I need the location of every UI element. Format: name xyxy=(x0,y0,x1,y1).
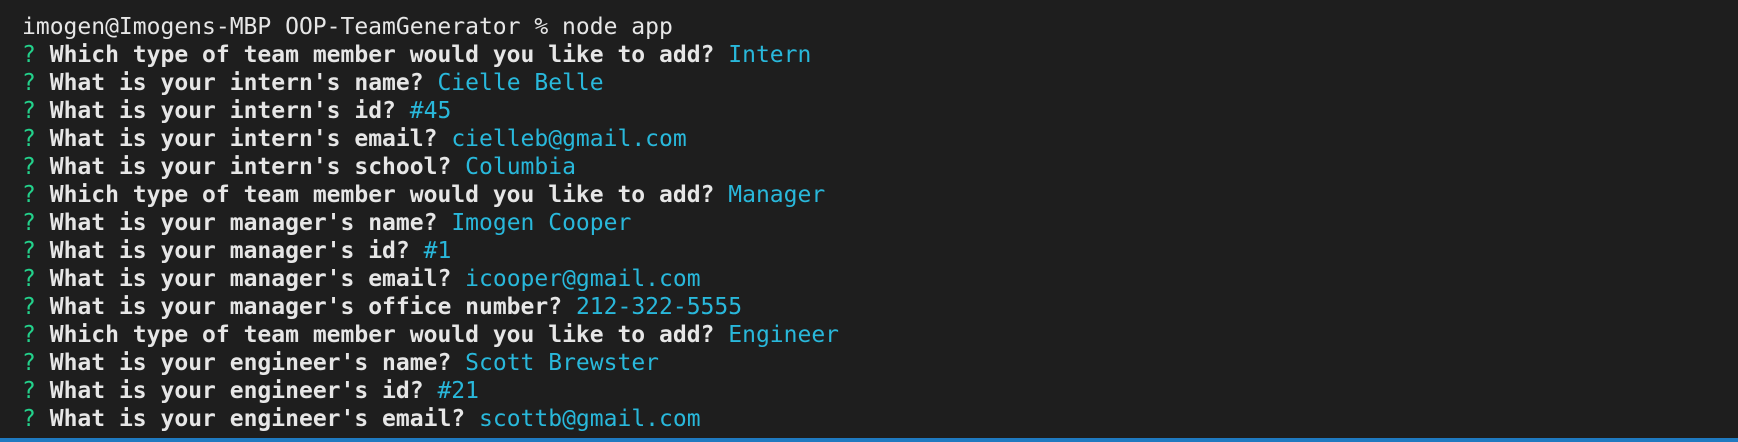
question-mark: ? xyxy=(22,42,36,68)
prompt-question: What is your manager's email? xyxy=(49,266,452,292)
prompt-line: ? Which type of team member would you li… xyxy=(22,181,1738,209)
prompt-line: ? What is your manager's id? #1 xyxy=(22,237,1738,265)
prompt-line: ? What is your engineer's name? Scott Br… xyxy=(22,349,1738,377)
prompt-answer: cielleb@gmail.com xyxy=(451,126,687,152)
prompt-answer: icooper@gmail.com xyxy=(465,266,701,292)
prompt-answer: Manager xyxy=(728,182,826,208)
prompt-question: What is your manager's office number? xyxy=(49,294,563,320)
prompt-line: ? What is your intern's email? cielleb@g… xyxy=(22,125,1738,153)
question-mark: ? xyxy=(22,322,36,348)
question-mark: ? xyxy=(22,154,36,180)
question-mark: ? xyxy=(22,294,36,320)
prompt-line: ? What is your engineer's email? scottb@… xyxy=(22,405,1738,433)
prompt-answer: 212-322-5555 xyxy=(575,294,743,320)
prompt-question: Which type of team member would you like… xyxy=(49,42,715,68)
prompt-question: What is your engineer's name? xyxy=(49,350,452,376)
prompt-line: ? What is your engineer's id? #21 xyxy=(22,377,1738,405)
prompt-line: ? Which type of team member would you li… xyxy=(22,41,1738,69)
prompt-question: Which type of team member would you like… xyxy=(49,182,715,208)
command-line: imogen@Imogens-MBP OOP-TeamGenerator % n… xyxy=(22,14,673,40)
prompt-answer: #1 xyxy=(423,238,452,264)
prompt-line: ? Which type of team member would you li… xyxy=(22,321,1738,349)
question-mark: ? xyxy=(22,266,36,292)
question-mark: ? xyxy=(22,238,36,264)
prompt-question: What is your intern's name? xyxy=(49,70,424,96)
prompt-question: What is your engineer's id? xyxy=(49,378,424,404)
prompt-answer: Imogen Cooper xyxy=(451,210,632,236)
terminal-output[interactable]: imogen@Imogens-MBP OOP-TeamGenerator % n… xyxy=(0,0,1738,438)
prompt-answer: Scott Brewster xyxy=(465,350,660,376)
prompt-line: ? What is your intern's id? #45 xyxy=(22,97,1738,125)
prompt-answer: Columbia xyxy=(465,154,576,180)
prompt-answer: #45 xyxy=(409,98,452,124)
prompt-answer: Cielle Belle xyxy=(437,70,604,96)
question-mark: ? xyxy=(22,406,36,432)
question-mark: ? xyxy=(22,126,36,152)
prompt-answer: #21 xyxy=(437,378,479,404)
prompt-question: What is your intern's id? xyxy=(49,98,396,124)
question-mark: ? xyxy=(22,70,36,96)
question-mark: ? xyxy=(22,378,36,404)
question-mark: ? xyxy=(22,350,36,376)
prompt-question: What is your manager's id? xyxy=(49,238,410,264)
prompt-line: ? What is your intern's school? Columbia xyxy=(22,153,1738,181)
question-mark: ? xyxy=(22,98,36,124)
prompt-line: ? What is your intern's name? Cielle Bel… xyxy=(22,69,1738,97)
question-mark: ? xyxy=(22,182,36,208)
prompt-question: What is your intern's school? xyxy=(49,154,452,180)
prompt-question: What is your engineer's email? xyxy=(49,406,466,432)
prompt-answer: Engineer xyxy=(728,322,840,348)
prompt-question: Which type of team member would you like… xyxy=(49,322,715,348)
prompt-question: What is your manager's name? xyxy=(49,210,438,236)
prompt-answer: scottb@gmail.com xyxy=(479,406,701,432)
terminal-focus-border xyxy=(0,438,1738,442)
prompt-line: ? What is your manager's name? Imogen Co… xyxy=(22,209,1738,237)
prompt-line: ? What is your manager's office number? … xyxy=(22,293,1738,321)
question-mark: ? xyxy=(22,210,36,236)
prompt-line: ? What is your manager's email? icooper@… xyxy=(22,265,1738,293)
prompt-question: What is your intern's email? xyxy=(49,126,438,152)
prompt-answer: Intern xyxy=(728,42,812,68)
